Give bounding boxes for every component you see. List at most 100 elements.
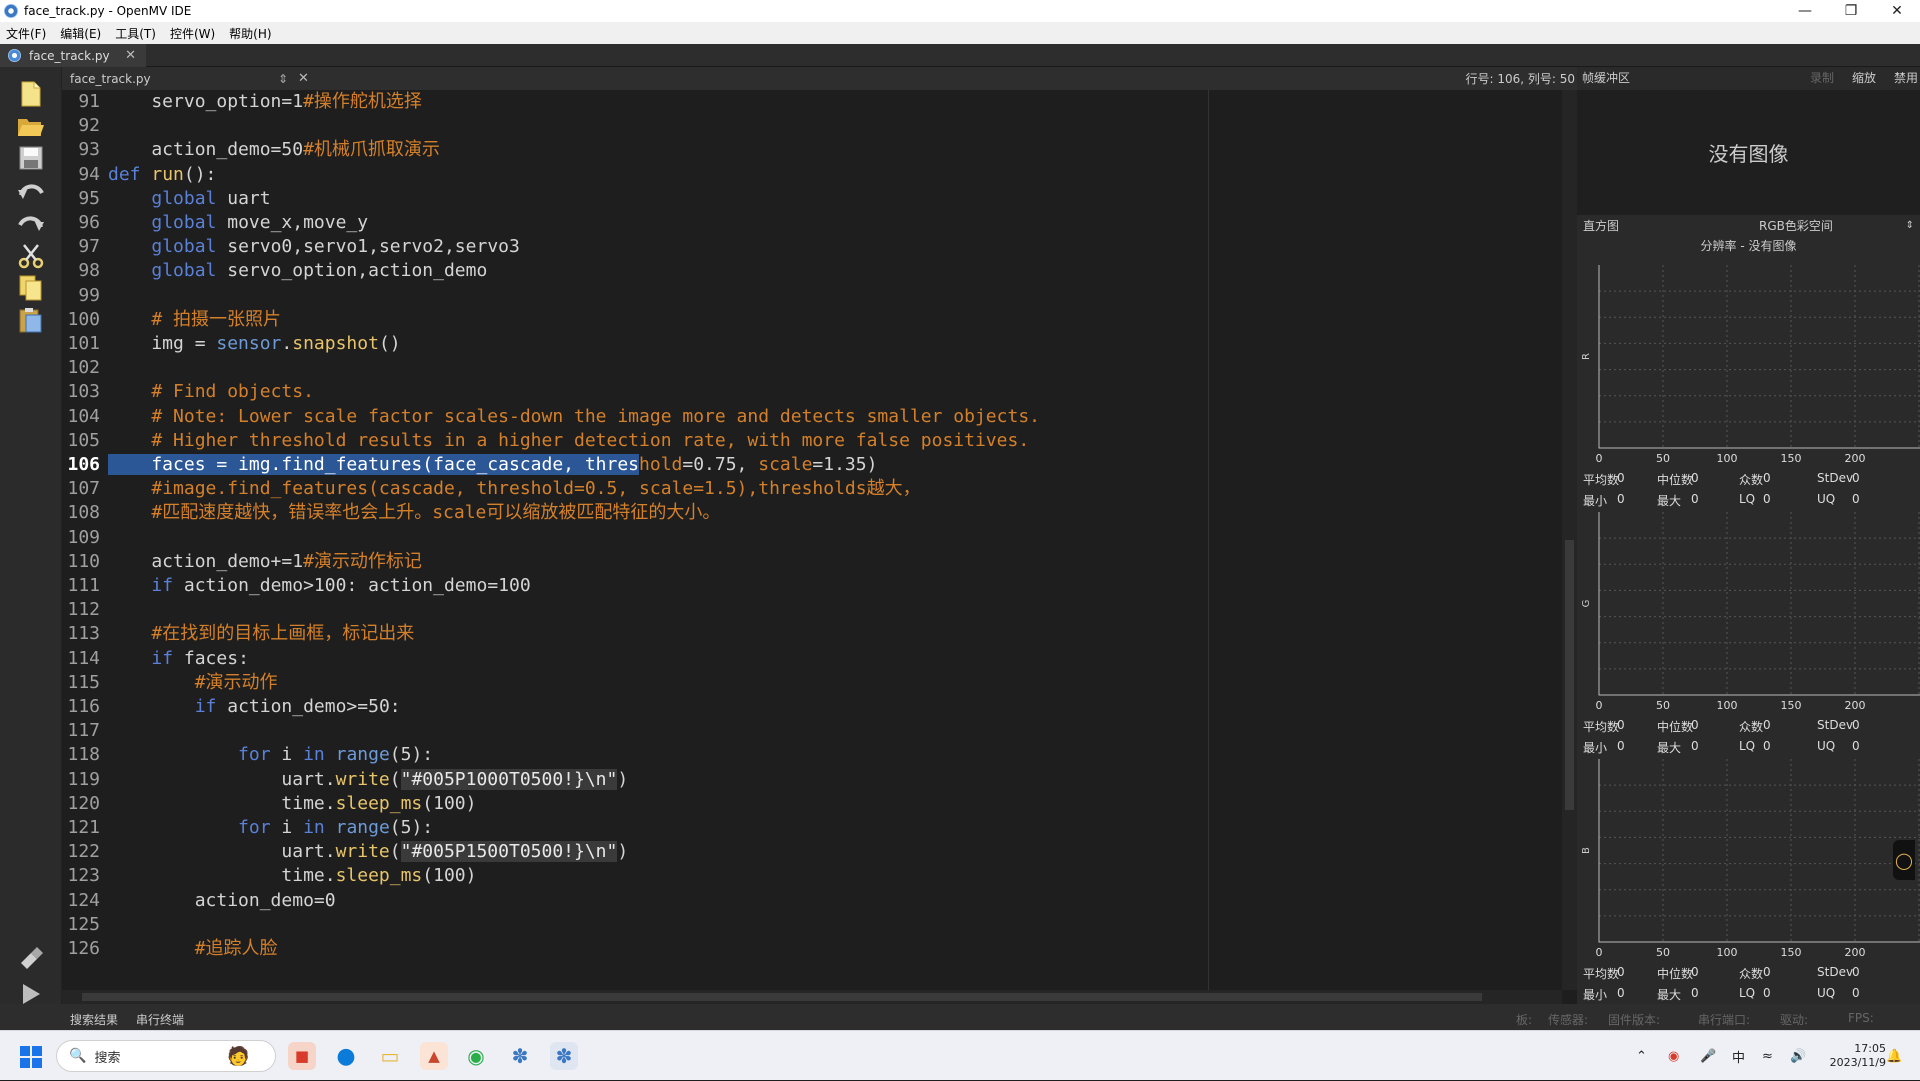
code-line[interactable]: 116 if action_demo>=50:	[62, 695, 1262, 719]
code-text: def run():	[108, 163, 217, 185]
code-line[interactable]: 93 action_demo=50#机械爪抓取演示	[62, 138, 1262, 162]
file-explorer-icon[interactable]: ▭	[376, 1042, 404, 1070]
code-line[interactable]: 106 faces = img.find_features(face_casca…	[62, 453, 1262, 477]
wechat-app-icon[interactable]: ◉	[462, 1042, 490, 1070]
menu-tools[interactable]: 工具(T)	[115, 25, 156, 42]
line-number: 91	[78, 91, 100, 112]
notification-bell-icon[interactable]: 🔔	[1886, 1031, 1902, 1081]
stat-label: 众数	[1739, 720, 1764, 734]
code-line[interactable]: 103 # Find objects.	[62, 380, 1262, 404]
serial-terminal-tab[interactable]: 串行终端	[136, 1011, 184, 1028]
office-app-icon[interactable]: ▲	[420, 1042, 448, 1070]
volume-icon[interactable]: 🔊	[1790, 1031, 1806, 1081]
code-line[interactable]: 99	[62, 284, 1262, 308]
disable-button[interactable]: 禁用	[1894, 67, 1918, 90]
openmv-ide-active-icon[interactable]: ✽	[550, 1042, 578, 1070]
code-line[interactable]: 125	[62, 913, 1262, 937]
openmv-app-icon[interactable]: ✽	[506, 1042, 534, 1070]
code-line[interactable]: 119 uart.write("#005P1000T0500!}\n")	[62, 768, 1262, 792]
code-line[interactable]: 91 servo_option=1#操作舵机选择	[62, 90, 1262, 114]
file-tab-label: face_track.py	[29, 48, 110, 63]
edge-browser-icon[interactable]: ●	[332, 1042, 360, 1070]
code-line[interactable]: 95 global uart	[62, 187, 1262, 211]
minimize-button[interactable]: —	[1782, 0, 1828, 22]
line-number: 118	[67, 744, 100, 766]
ime-indicator[interactable]: 中	[1732, 1031, 1745, 1081]
code-line[interactable]: 105 # Higher threshold results in a high…	[62, 429, 1262, 453]
record-tray-icon[interactable]: ◉	[1668, 1031, 1679, 1081]
code-text: faces = img.find_features(face_cascade, …	[108, 454, 878, 475]
search-results-tab[interactable]: 搜索结果	[70, 1011, 118, 1028]
menu-file[interactable]: 文件(F)	[6, 25, 46, 42]
code-text: img = sensor.snapshot()	[108, 333, 401, 354]
connect-icon[interactable]	[16, 942, 46, 972]
close-document-icon[interactable]: ✕	[298, 71, 309, 86]
code-line[interactable]: 107 #image.find_features(cascade, thresh…	[62, 477, 1262, 501]
code-line[interactable]: 109	[62, 526, 1262, 550]
code-line[interactable]: 120 time.sleep_ms(100)	[62, 792, 1262, 816]
open-folder-icon[interactable]	[16, 111, 46, 141]
code-line[interactable]: 111 if action_demo>100: action_demo=100	[62, 574, 1262, 598]
wifi-icon[interactable]: ≈	[1762, 1031, 1773, 1081]
taskbar-clock[interactable]: 17:05 2023/11/9	[1830, 1042, 1886, 1070]
cut-icon[interactable]	[16, 241, 46, 271]
undo-icon[interactable]	[16, 177, 46, 207]
code-line[interactable]: 96 global move_x,move_y	[62, 211, 1262, 235]
code-line[interactable]: 123 time.sleep_ms(100)	[62, 864, 1262, 888]
colorspace-dropdown-icon[interactable]: ⇕	[1906, 220, 1914, 231]
code-line[interactable]: 110 action_demo+=1#演示动作标记	[62, 550, 1262, 574]
code-line[interactable]: 97 global servo0,servo1,servo2,servo3	[62, 235, 1262, 259]
redo-icon[interactable]	[16, 209, 46, 239]
taskbar-search[interactable]: 🔍 搜索 🧑	[56, 1040, 276, 1072]
code-line[interactable]: 113 #在找到的目标上画框，标记出来	[62, 622, 1262, 646]
code-text: action_demo=50#机械爪抓取演示	[108, 139, 440, 161]
code-line[interactable]: 92	[62, 114, 1262, 138]
menu-widgets[interactable]: 控件(W)	[170, 25, 215, 42]
code-line[interactable]: 124 action_demo=0	[62, 889, 1262, 913]
code-line[interactable]: 98 global servo_option,action_demo	[62, 259, 1262, 283]
code-line[interactable]: 108 #匹配速度越快，错误率也会上升。scale可以缩放被匹配特征的大小。	[62, 501, 1262, 525]
line-number: 125	[67, 913, 100, 935]
tray-overflow-icon[interactable]: ⌃	[1636, 1031, 1647, 1081]
copy-icon[interactable]	[16, 273, 46, 303]
microphone-icon[interactable]: 🎤	[1700, 1031, 1716, 1081]
code-line[interactable]: 114 if faces:	[62, 647, 1262, 671]
code-line[interactable]: 112	[62, 598, 1262, 622]
colorspace-select[interactable]: RGB色彩空间	[1759, 217, 1833, 234]
python-file-icon	[8, 49, 21, 62]
menu-edit[interactable]: 编辑(E)	[60, 25, 101, 42]
code-editor[interactable]: 91 servo_option=1#操作舵机选择 92 93 action_demo…	[62, 90, 1562, 990]
code-line[interactable]: 118 for i in range(5):	[62, 743, 1262, 767]
code-line[interactable]: 100 # 拍摄一张照片	[62, 308, 1262, 332]
code-line[interactable]: 101 img = sensor.snapshot()	[62, 332, 1262, 356]
histogram-tick-label: 50	[1656, 946, 1670, 959]
code-line[interactable]: 102	[62, 356, 1262, 380]
code-line[interactable]: 104 # Note: Lower scale factor scales-do…	[62, 405, 1262, 429]
paste-icon[interactable]	[16, 305, 46, 335]
store-app-icon[interactable]: ■	[288, 1042, 316, 1070]
stat-label: 最大	[1657, 988, 1682, 1002]
code-line[interactable]: 117	[62, 719, 1262, 743]
code-line[interactable]: 122 uart.write("#005P1500T0500!}\n")	[62, 840, 1262, 864]
new-file-icon[interactable]	[16, 79, 46, 109]
editor-filename[interactable]: face_track.py	[70, 72, 278, 86]
code-text: action_demo=0	[108, 889, 336, 911]
code-line[interactable]: 126 #追踪人脸	[62, 937, 1262, 961]
code-line[interactable]: 115 #演示动作	[62, 671, 1262, 695]
save-icon[interactable]	[16, 143, 46, 173]
file-tab[interactable]: face_track.py ✕	[0, 44, 146, 67]
restore-button[interactable]: ❐	[1828, 0, 1874, 22]
code-line[interactable]: 121 for i in range(5):	[62, 816, 1262, 840]
editor-vertical-scrollbar[interactable]	[1562, 90, 1577, 990]
code-text: time.sleep_ms(100)	[108, 865, 477, 887]
record-button[interactable]: 录制	[1810, 67, 1834, 90]
windows-start-icon[interactable]	[20, 1046, 42, 1068]
code-line[interactable]: 94 def run():	[62, 163, 1262, 187]
side-toggle-icon[interactable]: ◯	[1893, 840, 1915, 880]
file-switch-icon[interactable]: ⇕	[278, 72, 298, 86]
zoom-button[interactable]: 缩放	[1852, 67, 1876, 90]
close-window-button[interactable]: ✕	[1874, 0, 1920, 22]
editor-horizontal-scrollbar[interactable]	[62, 990, 1562, 1004]
menu-help[interactable]: 帮助(H)	[229, 25, 271, 42]
close-tab-icon[interactable]: ✕	[125, 48, 136, 63]
